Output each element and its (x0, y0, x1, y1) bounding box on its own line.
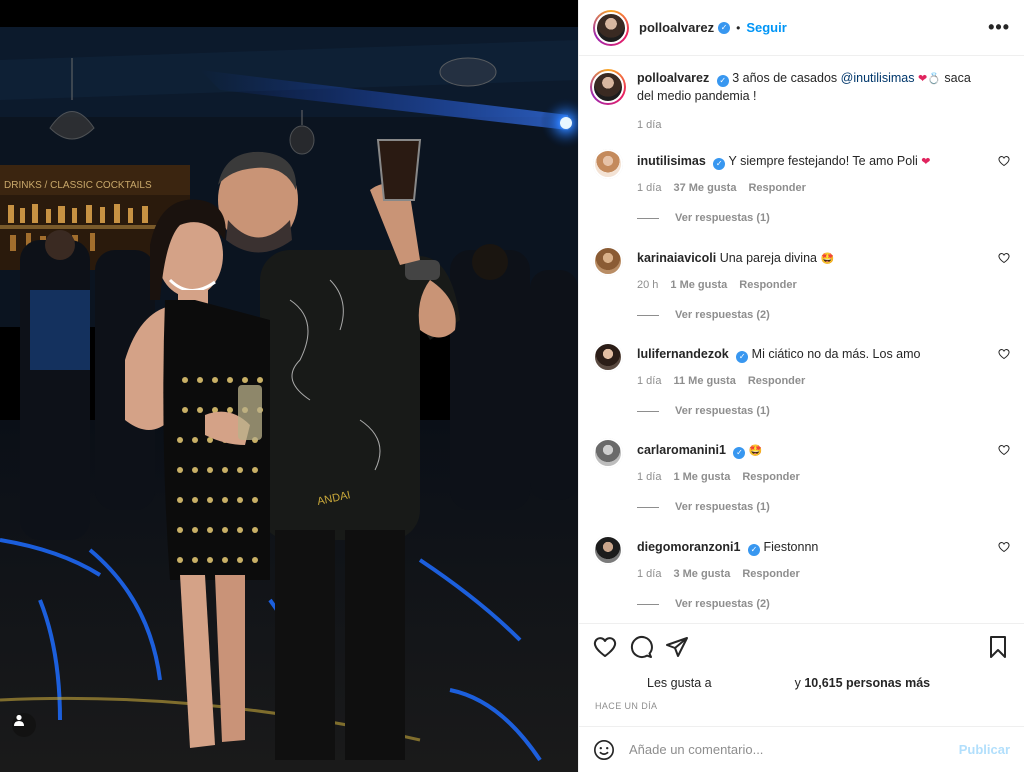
post-photo-illustration: DRINKS / CLASSIC COCKTAILS ANDAI (0, 0, 578, 772)
comment-text: Fiestonnn (763, 540, 819, 554)
comment-likes[interactable]: 3 Me gusta (673, 568, 730, 580)
ring-emoji-icon: 💍 (927, 73, 941, 85)
bar-sign-text: DRINKS / CLASSIC COCKTAILS (4, 180, 152, 191)
comment-text: Y siempre festejando! Te amo Poli (728, 154, 918, 168)
reply-button[interactable]: Responder (742, 568, 799, 580)
comment-text: Mi ciático no da más. Los amo (751, 347, 921, 361)
view-replies-button[interactable]: Ver respuestas (1) (637, 212, 1010, 224)
comment-item: lulifernandezok ✓ Mi ciático no da más. … (593, 342, 1010, 417)
view-replies-button[interactable]: Ver respuestas (2) (637, 309, 1010, 321)
caption: polloalvarez ✓ 3 años de casados @inutil… (590, 69, 1010, 131)
comment-avatar[interactable] (593, 535, 623, 565)
star-struck-emoji-icon: 🤩 (748, 445, 763, 457)
comment-item: karinaiavicoli Una pareja divina 🤩 20 h … (593, 246, 1010, 321)
replies-line (637, 506, 659, 508)
comment-likes[interactable]: 11 Me gusta (673, 375, 735, 387)
publish-button[interactable]: Publicar (959, 742, 1010, 757)
reply-button[interactable]: Responder (742, 471, 799, 483)
likes-suffix: y (794, 676, 801, 690)
more-icon[interactable]: ••• (988, 17, 1010, 38)
heart-icon[interactable] (593, 635, 617, 659)
view-replies-label: Ver respuestas (1) (675, 405, 770, 417)
comment-username[interactable]: inutilisimas (637, 154, 706, 168)
view-replies-label: Ver respuestas (1) (675, 212, 770, 224)
comment-likes[interactable]: 1 Me gusta (670, 279, 727, 291)
likes-summary[interactable]: Les gusta a y 10,615 personas más (647, 676, 930, 690)
reply-button[interactable]: Responder (739, 279, 796, 291)
comment-like-heart-icon[interactable] (998, 252, 1010, 264)
replies-line (637, 603, 659, 605)
star-struck-emoji-icon: 🤩 (820, 253, 835, 265)
comment-avatar[interactable] (593, 438, 623, 468)
comment-item: diegomoranzoni1 ✓ Fiestonnn 1 día 3 Me g… (593, 535, 1010, 610)
caption-avatar[interactable] (590, 69, 626, 105)
comment-likes[interactable]: 1 Me gusta (673, 471, 730, 483)
verified-icon: ✓ (718, 21, 731, 34)
comment-input[interactable] (629, 742, 959, 757)
post-photo[interactable]: DRINKS / CLASSIC COCKTAILS ANDAI (0, 0, 578, 772)
comment-like-heart-icon[interactable] (998, 541, 1010, 553)
replies-line (637, 314, 659, 316)
reply-button[interactable]: Responder (748, 375, 805, 387)
comment-like-heart-icon[interactable] (998, 348, 1010, 360)
comment-username[interactable]: lulifernandezok (637, 347, 729, 361)
comment-username[interactable]: karinaiavicoli (637, 251, 716, 265)
view-replies-label: Ver respuestas (1) (675, 501, 770, 513)
comment-time[interactable]: 1 día (637, 182, 661, 194)
caption-text: 3 años de casados (732, 71, 838, 85)
heart-emoji-icon: ❤ (921, 156, 931, 168)
post-timestamp[interactable]: HACE UN DÍA (595, 701, 657, 711)
verified-icon: ✓ (733, 447, 746, 459)
share-icon[interactable] (665, 635, 689, 659)
comment-text: Una pareja divina (719, 251, 817, 265)
comment-avatar[interactable] (593, 246, 623, 276)
comment-item: inutilisimas ✓ Y siempre festejando! Te … (593, 149, 1010, 224)
author-avatar[interactable] (593, 9, 629, 46)
post-side-panel: polloalvarez ✓ • Seguir ••• polloalvarez… (578, 0, 1024, 772)
emoji-icon[interactable] (593, 739, 615, 761)
comment-time[interactable]: 20 h (637, 279, 658, 291)
likes-count[interactable]: 10,615 personas más (804, 676, 930, 690)
comment-like-heart-icon[interactable] (998, 444, 1010, 456)
comments-list[interactable]: polloalvarez ✓ 3 años de casados @inutil… (579, 57, 1024, 623)
verified-icon: ✓ (716, 75, 729, 87)
verified-icon: ✓ (713, 158, 726, 170)
post-actions (579, 623, 1024, 669)
post-header: polloalvarez ✓ • Seguir ••• (579, 0, 1024, 56)
tag-user-icon[interactable] (12, 713, 36, 737)
comment-time[interactable]: 1 día (637, 568, 661, 580)
verified-icon: ✓ (747, 544, 760, 556)
comment-time[interactable]: 1 día (637, 471, 661, 483)
caption-username[interactable]: polloalvarez (637, 71, 709, 85)
comment-like-heart-icon[interactable] (998, 155, 1010, 167)
author-username[interactable]: polloalvarez (639, 20, 714, 35)
save-icon[interactable] (986, 635, 1010, 659)
comment-icon[interactable] (629, 635, 653, 659)
view-replies-label: Ver respuestas (2) (675, 309, 770, 321)
replies-line (637, 410, 659, 412)
replies-line (637, 217, 659, 219)
comment-username[interactable]: diegomoranzoni1 (637, 540, 740, 554)
follow-button[interactable]: Seguir (746, 20, 786, 35)
comment-likes[interactable]: 37 Me gusta (673, 182, 736, 194)
view-replies-button[interactable]: Ver respuestas (1) (637, 501, 1010, 513)
comment-time[interactable]: 1 día (637, 375, 661, 387)
add-comment-bar: Publicar (579, 726, 1024, 772)
comment-avatar[interactable] (593, 342, 623, 372)
likes-prefix: Les gusta a (647, 676, 712, 690)
view-replies-button[interactable]: Ver respuestas (2) (637, 598, 1010, 610)
separator-dot: • (736, 20, 741, 35)
caption-time[interactable]: 1 día (637, 119, 661, 131)
heart-emoji-icon: ❤ (917, 73, 928, 85)
caption-mention-link[interactable]: @inutilisimas (841, 71, 915, 85)
verified-icon: ✓ (736, 351, 749, 363)
view-replies-label: Ver respuestas (2) (675, 598, 770, 610)
comment-avatar[interactable] (593, 149, 623, 179)
comment-username[interactable]: carlaromanini1 (637, 443, 726, 457)
reply-button[interactable]: Responder (748, 182, 805, 194)
comment-item: carlaromanini1 ✓ 🤩 1 día 1 Me gusta Resp… (593, 438, 1010, 513)
view-replies-button[interactable]: Ver respuestas (1) (637, 405, 1010, 417)
